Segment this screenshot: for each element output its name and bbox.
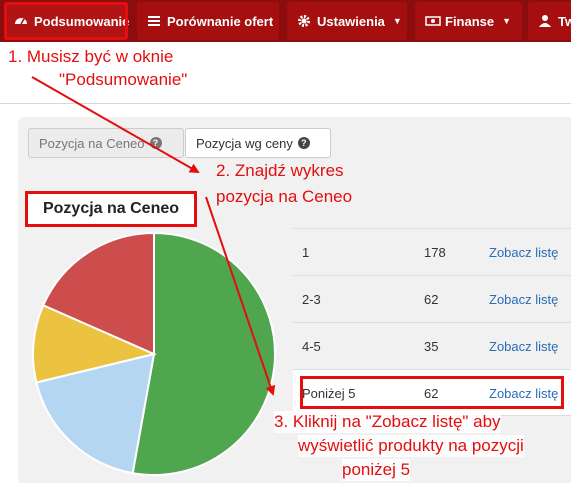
nav-porownanie-label: Porównanie ofert bbox=[167, 13, 274, 29]
zobacz-liste-link[interactable]: Zobacz listę bbox=[489, 245, 558, 260]
annotation-step2-line1: 2. Znajdź wykres bbox=[216, 161, 344, 180]
annotation-step1-line2: "Podsumowanie" bbox=[59, 70, 188, 89]
zobacz-liste-link[interactable]: Zobacz listę bbox=[489, 339, 558, 354]
nav-porownanie-ofert[interactable]: Porównanie ofert bbox=[137, 2, 279, 40]
tab-pozycja-wg-ceny[interactable]: Pozycja wg ceny ? bbox=[185, 128, 331, 158]
annotation-step3-line1: 3. Kliknij na "Zobacz listę" aby bbox=[274, 411, 501, 433]
tab-pozycja-na-ceneo[interactable]: Pozycja na Ceneo ? bbox=[28, 128, 184, 158]
table-row: 2-3 62 Zobacz listę bbox=[293, 275, 571, 322]
gear-icon bbox=[297, 14, 311, 28]
list-icon bbox=[147, 14, 161, 28]
nav-ustawienia-label: Ustawienia bbox=[317, 13, 385, 29]
position-cell: 1 bbox=[302, 245, 310, 260]
annotation-step1-line1: 1. Musisz być w oknie bbox=[8, 47, 174, 66]
nav-twoje-label: Tw bbox=[558, 13, 571, 29]
nav-finanse-label: Finanse bbox=[445, 13, 495, 29]
position-cell: Poniżej 5 bbox=[302, 386, 356, 401]
divider bbox=[0, 103, 571, 104]
dashboard-icon bbox=[14, 14, 28, 28]
money-icon bbox=[425, 14, 441, 28]
annotation-step3-line2: wyświetlić produkty na pozycji bbox=[298, 435, 524, 457]
position-table: 1 178 Zobacz listę 2-3 62 Zobacz listę 4… bbox=[293, 228, 571, 416]
table-row-highlighted: Poniżej 5 62 Zobacz listę bbox=[293, 369, 571, 416]
user-icon bbox=[538, 14, 552, 28]
nav-ustawienia[interactable]: Ustawienia ▼ bbox=[287, 2, 407, 40]
pie-chart bbox=[32, 231, 276, 476]
nav-podsumowanie[interactable]: Podsumowanie bbox=[4, 2, 130, 40]
zobacz-liste-link[interactable]: Zobacz listę bbox=[489, 386, 558, 401]
nav-finanse[interactable]: Finanse ▼ bbox=[415, 2, 522, 40]
zobacz-liste-link[interactable]: Zobacz listę bbox=[489, 292, 558, 307]
nav-podsumowanie-label: Podsumowanie bbox=[34, 13, 130, 29]
position-cell: 2-3 bbox=[302, 292, 321, 307]
question-circle-icon[interactable]: ? bbox=[149, 137, 162, 149]
nav-twoje[interactable]: Tw bbox=[528, 2, 571, 40]
annotation-step3-line3: poniżej 5 bbox=[342, 459, 411, 481]
question-circle-icon[interactable]: ? bbox=[297, 137, 310, 149]
tab-label: Pozycja wg ceny bbox=[196, 135, 293, 151]
tab-label: Pozycja na Ceneo bbox=[39, 135, 145, 151]
count-cell: 62 bbox=[424, 386, 439, 401]
count-cell: 178 bbox=[424, 245, 446, 260]
count-cell: 62 bbox=[424, 292, 439, 307]
table-row: 1 178 Zobacz listę bbox=[293, 228, 571, 275]
chevron-down-icon: ▼ bbox=[392, 16, 402, 26]
chevron-down-icon: ▼ bbox=[502, 16, 512, 26]
table-row: 4-5 35 Zobacz listę bbox=[293, 322, 571, 369]
annotation-step2-line2: pozycja na Ceneo bbox=[216, 187, 353, 206]
position-cell: 4-5 bbox=[302, 339, 321, 354]
chart-title: Pozycja na Ceneo bbox=[25, 191, 197, 227]
count-cell: 35 bbox=[424, 339, 439, 354]
